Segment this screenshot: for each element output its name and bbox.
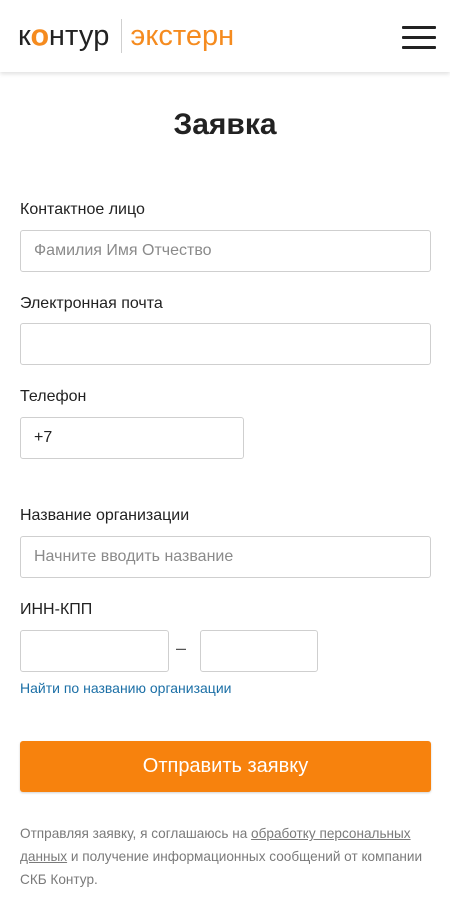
organization-name-label: Название организации <box>20 507 190 524</box>
phone-input[interactable] <box>20 417 244 459</box>
menu-line <box>402 26 436 29</box>
find-by-org-name-link[interactable]: Найти по названию организации <box>20 680 231 696</box>
consent-text: Отправляя заявку, я соглашаюсь на обрабо… <box>20 826 423 887</box>
organization-name-input[interactable] <box>20 536 431 578</box>
kpp-input[interactable] <box>200 630 318 672</box>
menu-line <box>402 46 436 49</box>
hamburger-menu-icon[interactable] <box>402 26 436 50</box>
phone-label: Телефон <box>20 388 87 405</box>
contact-person-input[interactable] <box>20 230 431 272</box>
email-input[interactable] <box>20 323 431 365</box>
top-header: контур экстерн <box>0 0 450 72</box>
inn-kpp-separator: – <box>176 638 187 658</box>
menu-line <box>402 36 436 39</box>
inn-kpp-label: ИНН-КПП <box>20 601 93 618</box>
logo-brand: контур <box>18 18 110 54</box>
submit-application-button[interactable]: Отправить заявку <box>20 741 431 792</box>
inn-input[interactable] <box>20 630 169 672</box>
logo-divider <box>120 19 122 53</box>
kontur-extern-logo[interactable]: контур экстерн <box>18 18 234 54</box>
email-label: Электронная почта <box>20 295 163 312</box>
contact-person-label: Контактное лицо <box>20 201 145 218</box>
logo-product-name: экстерн <box>130 20 235 52</box>
page-title: Заявка <box>173 108 277 141</box>
logo-ring-icon: о <box>30 19 50 53</box>
